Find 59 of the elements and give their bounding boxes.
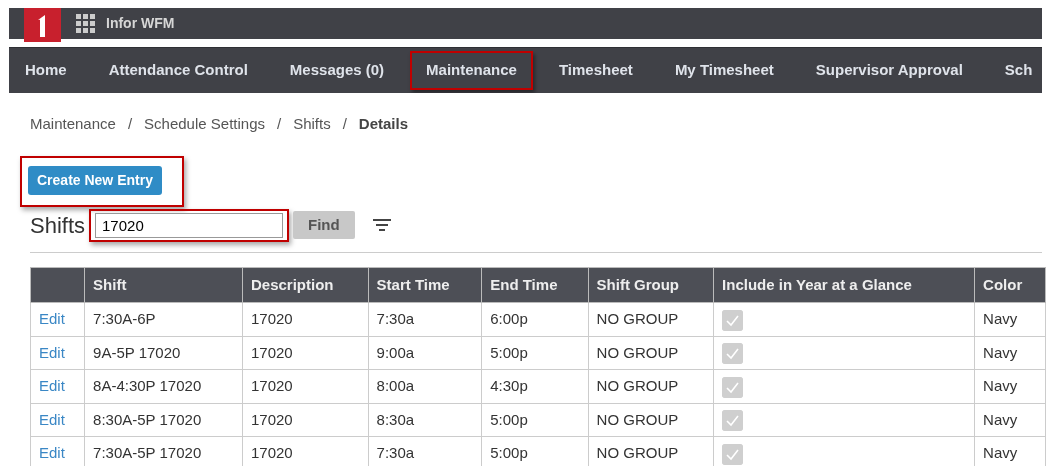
create-new-entry-button[interactable]: Create New Entry xyxy=(28,165,162,195)
breadcrumb-separator: / xyxy=(342,114,347,134)
table-cell: 8:00a xyxy=(368,369,482,404)
breadcrumb-separator: / xyxy=(277,114,282,134)
table-cell: 8:30A-5P 17020 xyxy=(84,403,243,437)
nav-tab[interactable]: Timesheet xyxy=(542,51,649,90)
app-title: Infor WFM xyxy=(106,14,175,33)
checkbox[interactable] xyxy=(722,376,744,398)
table-cell: NO GROUP xyxy=(588,336,714,370)
table-cell: Navy xyxy=(974,302,1046,337)
checkbox[interactable] xyxy=(722,443,744,465)
breadcrumb-link[interactable]: Shifts xyxy=(293,113,331,136)
table-cell: 17020 xyxy=(242,369,369,404)
table-cell: 6:00p xyxy=(481,302,589,337)
table-cell: 9A-5P 17020 xyxy=(84,336,243,370)
table-cell: 7:30a xyxy=(368,302,482,337)
table-cell: 8:30a xyxy=(368,403,482,437)
app-grid-icon[interactable] xyxy=(76,13,96,34)
breadcrumb-separator: / xyxy=(127,114,133,134)
nav-tab[interactable]: Home xyxy=(9,51,83,90)
table-cell: 4:30p xyxy=(481,369,589,404)
nav-tab[interactable]: Messages (0) xyxy=(273,51,401,90)
column-header: Include in Year at a Glance xyxy=(713,267,975,303)
column-header: Start Time xyxy=(368,267,482,303)
nav-tab[interactable]: Sch xyxy=(988,51,1042,90)
table-cell: NO GROUP xyxy=(588,403,714,437)
checkbox[interactable] xyxy=(722,309,744,331)
filter-icon[interactable] xyxy=(372,218,391,232)
table-cell: NO GROUP xyxy=(588,369,714,404)
checkbox[interactable] xyxy=(722,343,744,365)
page-heading: Shifts xyxy=(30,211,86,240)
table-cell: Navy xyxy=(974,403,1046,437)
breadcrumb-link[interactable]: Schedule Settings xyxy=(144,113,265,136)
table-cell: 17020 xyxy=(242,336,369,370)
search-field[interactable]: 17020 xyxy=(95,212,284,238)
table-cell: 5:00p xyxy=(481,336,589,370)
find-button[interactable]: Find xyxy=(293,210,355,240)
column-header: Description xyxy=(242,267,369,303)
column-header: Color xyxy=(974,267,1046,303)
nav-tab[interactable]: Attendance Control xyxy=(92,51,264,90)
column-header: Shift Group xyxy=(588,267,714,303)
nav-tab[interactable]: Maintenance xyxy=(410,51,533,90)
column-header: End Time xyxy=(481,267,589,303)
column-header: Shift xyxy=(84,267,243,303)
breadcrumb-link[interactable]: Maintenance xyxy=(30,113,116,136)
table-cell: 9:00a xyxy=(368,336,482,370)
table-cell: 8A-4:30P 17020 xyxy=(84,369,243,404)
table-cell: 17020 xyxy=(242,302,369,337)
nav-tab[interactable]: My Timesheet xyxy=(658,51,790,90)
table-cell: 7:30A-6P xyxy=(84,302,243,337)
nav-tab[interactable]: Supervisor Approval xyxy=(799,51,979,90)
breadcrumb-current: Details xyxy=(358,114,409,134)
table-cell: 5:00p xyxy=(481,403,589,437)
table-cell: Navy xyxy=(974,336,1046,370)
table-cell: Navy xyxy=(974,369,1046,404)
header-cell xyxy=(30,267,85,303)
checkbox[interactable] xyxy=(722,410,744,432)
table-cell: 17020 xyxy=(242,403,369,437)
table-cell: NO GROUP xyxy=(588,302,714,337)
